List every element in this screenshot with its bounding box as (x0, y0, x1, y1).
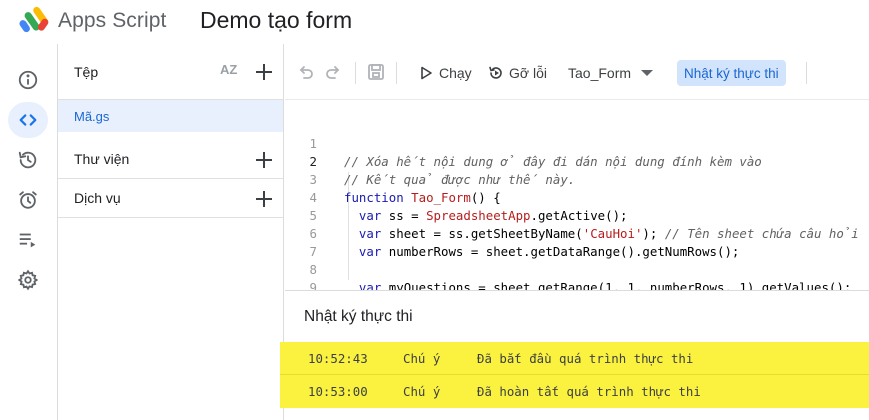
toolbar-divider (355, 62, 356, 84)
log-message: Đã bắt đầu quá trình thực thi (477, 351, 694, 366)
debug-label: Gỡ lỗi (509, 65, 547, 81)
section-libraries[interactable]: Thư viện (58, 140, 283, 179)
run-button[interactable]: Chạy (418, 60, 472, 86)
toolbar-divider (396, 62, 397, 84)
history-icon (18, 151, 37, 169)
code-line: 2 // Kết quả được như thế này. (285, 135, 869, 187)
editor-toolbar: Chạy Gỡ lỗi Tao_Form Nhật ký thực thi (285, 44, 869, 100)
section-services[interactable]: Dịch vụ (58, 179, 283, 218)
code-line: 6 var numberRows = sheet.getDataRange().… (285, 207, 869, 259)
execution-log-button[interactable]: Nhật ký thực thi (677, 60, 786, 86)
project-title[interactable]: Demo tạo form (200, 7, 352, 34)
code-icon (19, 114, 37, 126)
file-item[interactable]: Mã.gs (58, 100, 283, 132)
log-message: Đã hoàn tất quá trình thực thi (477, 384, 701, 399)
log-entry: 10:53:00 Chú ý Đã hoàn tất quá trình thự… (280, 375, 869, 408)
sort-label: AZ (220, 62, 238, 77)
toolbar-divider (806, 62, 807, 84)
function-select[interactable]: Tao_Form (568, 60, 654, 86)
section-label: Thư viện (74, 151, 130, 167)
executions-button[interactable] (8, 222, 48, 258)
code-line: 1 // Xóa hết nội dung ở đây đi dán nội d… (285, 117, 869, 169)
code-line: 7 (285, 225, 869, 259)
code-line: 8 var myQuestions = sheet.getRange(1, 1,… (285, 243, 869, 290)
redo-icon[interactable] (323, 62, 343, 82)
play-icon (421, 66, 432, 80)
add-library-icon[interactable] (254, 150, 274, 170)
executions-icon (19, 233, 36, 248)
info-icon (18, 70, 38, 90)
files-title: Tệp (74, 64, 99, 80)
project-history-button[interactable] (8, 142, 48, 178)
sort-az-icon[interactable]: AZ (220, 62, 242, 82)
execution-log-panel: Nhật ký thực thi 10:52:43 Chú ý Đã bắt đ… (280, 290, 869, 420)
alarm-icon (19, 191, 37, 209)
code-editor[interactable]: 1 // Xóa hết nội dung ở đây đi dán nội d… (285, 100, 869, 290)
code-line: 4 var ss = SpreadsheetApp.getActive(); (285, 171, 869, 223)
triggers-button[interactable] (8, 182, 48, 218)
undo-icon[interactable] (296, 62, 316, 82)
add-service-icon[interactable] (254, 189, 274, 209)
settings-button[interactable] (8, 262, 48, 298)
log-entry: 10:52:43 Chú ý Đã bắt đầu quá trình thực… (280, 342, 869, 375)
log-panel-title: Nhật ký thực thi (304, 308, 413, 325)
code-line: 3 function Tao_Form() { (285, 153, 869, 205)
section-label: Dịch vụ (74, 190, 121, 206)
log-time: 10:52:43 (308, 351, 368, 366)
left-rail (0, 44, 58, 420)
log-time: 10:53:00 (308, 384, 368, 399)
run-label: Chạy (439, 65, 472, 81)
code-line: 5 var sheet = ss.getSheetByName('CauHoi'… (285, 189, 869, 241)
code-line: 9 var myAnswers = sheet.getRange(1, 2, n… (285, 261, 869, 290)
overview-button[interactable] (8, 62, 48, 98)
chevron-down-icon (641, 70, 654, 76)
editor-button[interactable] (8, 102, 48, 138)
debug-button[interactable]: Gỡ lỗi (488, 60, 547, 86)
add-file-icon[interactable] (254, 62, 274, 82)
log-level: Chú ý (403, 351, 441, 366)
apps-script-logo-icon[interactable] (18, 4, 52, 34)
code-line: 10 (285, 279, 869, 290)
debug-icon (489, 66, 502, 79)
files-header: Tệp AZ (58, 44, 283, 100)
gear-icon (17, 269, 39, 291)
save-icon[interactable] (366, 62, 386, 82)
function-select-value: Tao_Form (568, 65, 632, 81)
top-bar: Apps Script Demo tạo form (0, 0, 869, 44)
app-name: Apps Script (58, 9, 167, 32)
log-level: Chú ý (403, 384, 441, 399)
file-name: Mã.gs (74, 109, 110, 124)
files-panel: Tệp AZ Mã.gs Thư viện Dịch vụ (58, 44, 284, 420)
execution-log-label: Nhật ký thực thi (684, 65, 779, 81)
